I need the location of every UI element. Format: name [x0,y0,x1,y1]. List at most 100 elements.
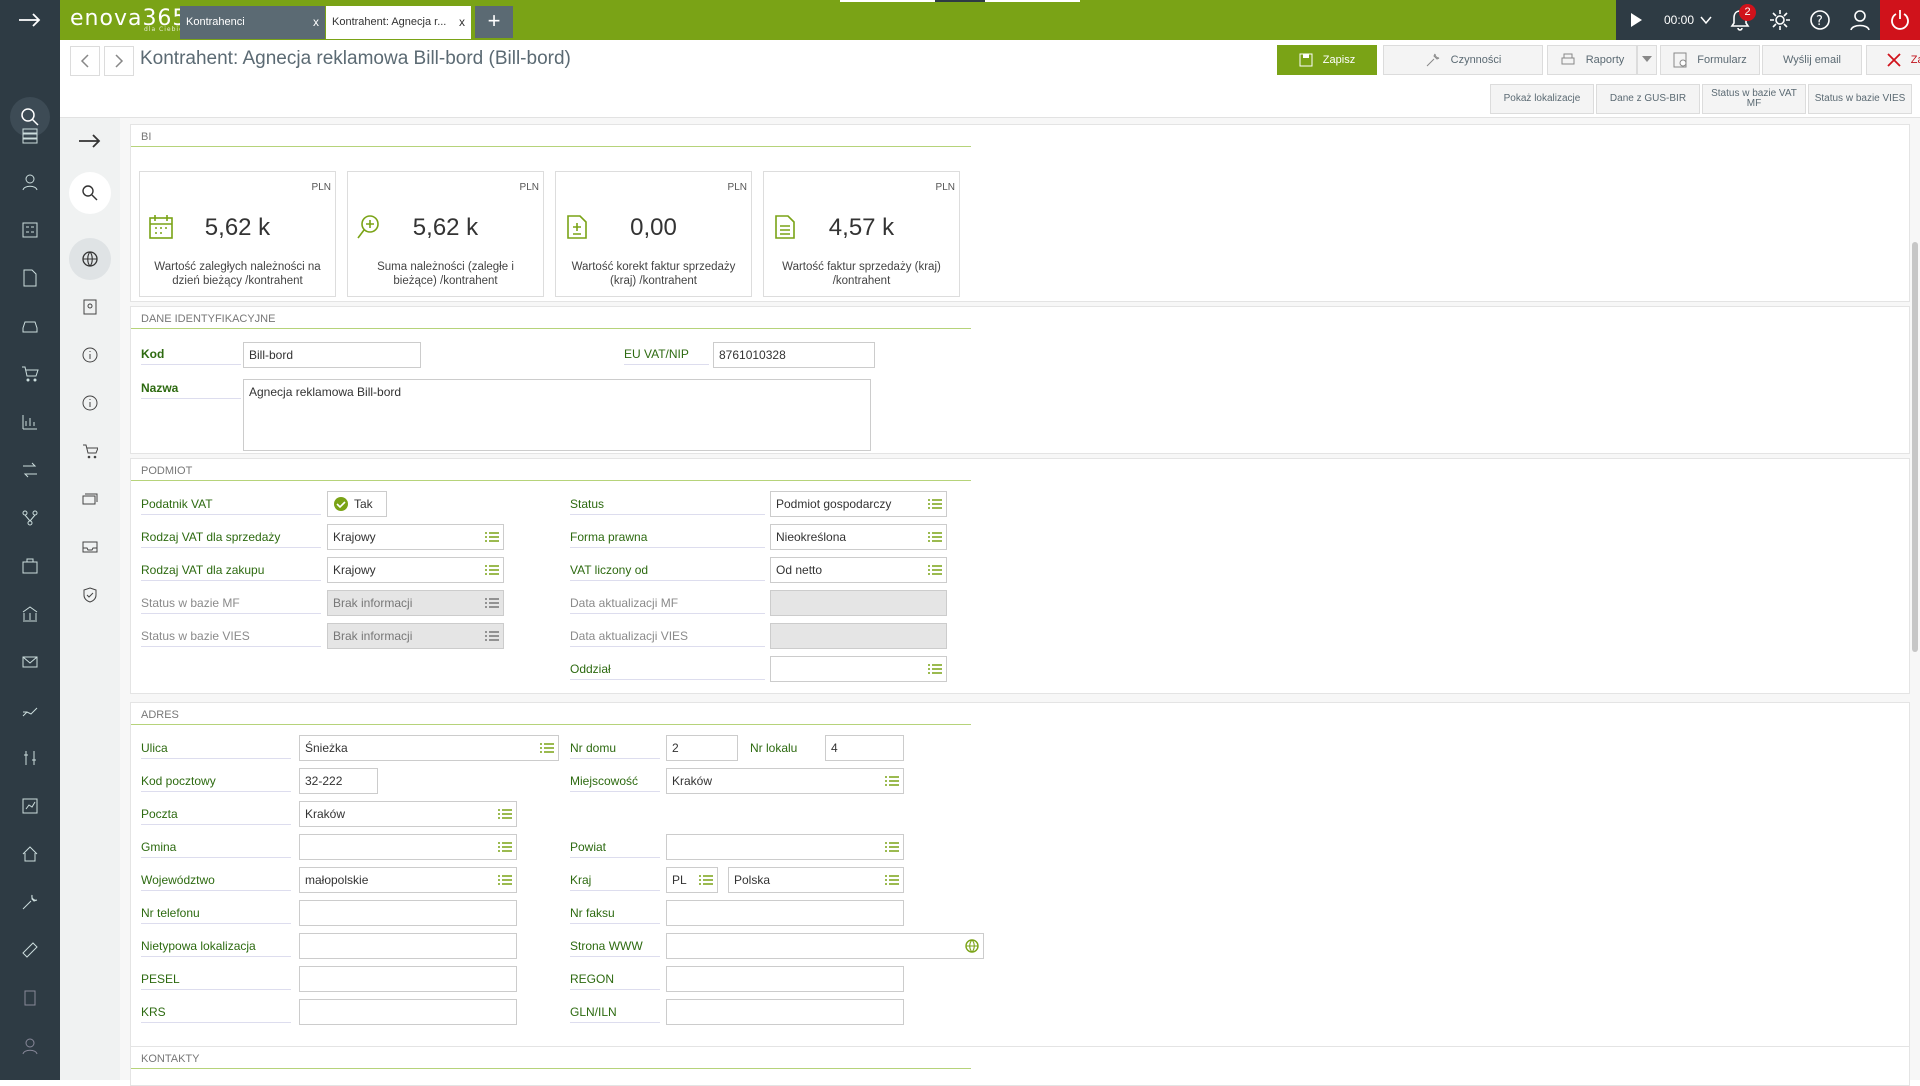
subnav-card[interactable] [60,284,120,330]
list-icon[interactable] [498,875,512,886]
back-button[interactable] [70,46,100,76]
tab-close-icon[interactable]: x [313,15,319,29]
list-icon[interactable] [885,842,899,853]
form-button[interactable]: Formularz [1660,45,1760,75]
nav-bank[interactable] [0,594,60,634]
power-button[interactable] [1880,0,1920,40]
play-button[interactable] [1616,0,1656,40]
postal-code-field[interactable] [299,768,378,794]
vat-sale-field[interactable]: Krajowy [327,524,504,550]
phone-field[interactable] [299,900,517,926]
country-code-field[interactable]: PL [666,867,718,893]
county-field[interactable] [666,834,904,860]
user-button[interactable] [1840,0,1880,40]
forward-button[interactable] [104,46,134,76]
nav-hand[interactable] [0,690,60,730]
nav-calculator[interactable] [0,210,60,250]
fax-field[interactable] [666,900,904,926]
post-office-field[interactable]: Kraków [299,801,517,827]
nip-field[interactable] [713,342,875,368]
nav-home[interactable] [0,834,60,874]
list-icon[interactable] [498,842,512,853]
list-icon[interactable] [928,532,942,543]
krs-field[interactable] [299,999,517,1025]
reports-dropdown[interactable] [1637,45,1657,75]
activities-button[interactable]: Czynności [1383,45,1543,75]
settings-button[interactable] [1760,0,1800,40]
nav-database[interactable] [0,115,60,155]
vertical-scrollbar[interactable] [1912,242,1918,652]
nav-mail[interactable] [0,642,60,682]
nav-contacts[interactable] [0,162,60,202]
unusual-location-field[interactable] [299,933,517,959]
list-icon[interactable] [485,565,499,576]
expand-menu-button[interactable] [0,0,60,40]
regon-field[interactable] [666,966,904,992]
help-button[interactable]: ? [1800,0,1840,40]
list-icon[interactable] [928,565,942,576]
subnav-general-button[interactable] [69,238,111,280]
list-icon[interactable] [928,664,942,675]
vies-status-button[interactable]: Status w bazie VIES [1808,84,1912,114]
list-icon[interactable] [699,875,713,886]
subnav-cart[interactable] [60,428,120,474]
city-field[interactable]: Kraków [666,768,904,794]
subnav-info-2[interactable] [60,380,120,426]
subnav-inbox[interactable] [60,524,120,570]
nav-stats[interactable] [0,402,60,442]
branch-field[interactable] [770,656,947,682]
kod-field[interactable] [243,342,421,368]
nav-documents[interactable] [0,258,60,298]
legal-form-field[interactable]: Nieokreślona [770,524,947,550]
subnav-cash[interactable] [60,476,120,522]
reports-button[interactable]: Raporty [1547,45,1637,75]
kpi-card[interactable]: PLN 4,57 k Wartość faktur sprzedaży (kra… [763,171,960,297]
list-icon[interactable] [485,532,499,543]
nav-tools[interactable] [0,738,60,778]
pesel-field[interactable] [299,966,517,992]
globe-icon[interactable] [965,939,979,953]
send-email-button[interactable]: Wyślij email [1762,45,1862,75]
list-icon[interactable] [885,875,899,886]
vat-basis-field[interactable]: Od netto [770,557,947,583]
apartment-number-field[interactable] [825,735,904,761]
tab-kontrahenci[interactable]: Kontrahenci x [180,6,325,39]
tab-close-icon[interactable]: x [459,15,465,29]
nav-workflow[interactable] [0,498,60,538]
show-location-button[interactable]: Pokaż lokalizacje [1490,84,1594,114]
nav-page[interactable] [0,978,60,1018]
nav-ruler[interactable] [0,930,60,970]
street-field[interactable]: Śnieżka [299,735,559,761]
add-tab-button[interactable]: + [475,6,513,38]
collapse-subnav-button[interactable] [60,118,120,164]
nav-car[interactable] [0,306,60,346]
list-icon[interactable] [885,776,899,787]
gln-field[interactable] [666,999,904,1025]
subnav-search-button[interactable] [69,172,111,214]
save-button[interactable]: Zapisz [1277,45,1377,75]
kpi-card[interactable]: PLN 5,62 k Suma należności (zaległe i bi… [347,171,544,297]
tab-kontrahent[interactable]: Kontrahent: Agnecja r... x [326,6,471,39]
country-field[interactable]: Polska [728,867,904,893]
status-field[interactable]: Podmiot gospodarczy [770,491,947,517]
vat-mf-status-button[interactable]: Status w bazie VAT MF [1702,84,1806,114]
municipality-field[interactable] [299,834,517,860]
subnav-info[interactable] [60,332,120,378]
kpi-card[interactable]: PLN 0,00 Wartość korekt faktur sprzedaży… [555,171,752,297]
close-button[interactable]: Zamknij [1866,45,1920,75]
subnav-shield[interactable] [60,572,120,618]
vat-payer-checkbox[interactable]: Tak [327,491,387,517]
vat-purchase-field[interactable]: Krajowy [327,557,504,583]
voivodeship-field[interactable]: małopolskie [299,867,517,893]
nav-transfer[interactable] [0,450,60,490]
timer[interactable]: 00:00 [1656,0,1720,40]
nazwa-field[interactable]: Agnecja reklamowa Bill-bord [243,379,871,451]
notifications-button[interactable]: 2 [1720,0,1760,40]
nav-cart[interactable] [0,354,60,394]
list-icon[interactable] [928,499,942,510]
gus-bir-button[interactable]: Dane z GUS-BIR [1596,84,1700,114]
website-field[interactable] [666,933,984,959]
list-icon[interactable] [540,743,554,754]
nav-wrench[interactable] [0,882,60,922]
list-icon[interactable] [498,809,512,820]
